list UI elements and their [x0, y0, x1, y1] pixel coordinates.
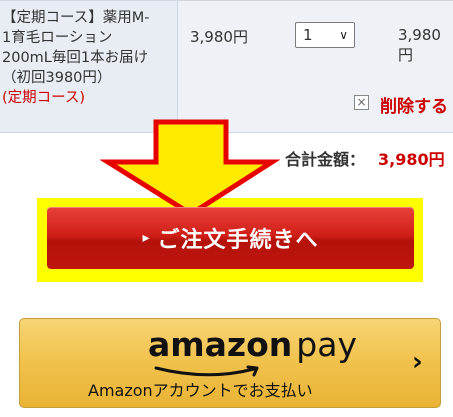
total-amount: 3,980円: [378, 150, 445, 169]
item-subtotal: 3,980円: [398, 26, 441, 64]
checkout-button-label: ご注文手続きへ: [157, 228, 319, 253]
unit-price: 3,980円: [190, 28, 248, 46]
quantity-value: 1: [303, 26, 313, 44]
down-arrow-icon: [100, 119, 280, 217]
logo-pay-text: pay: [296, 325, 357, 364]
chevron-right-icon: ›: [412, 347, 423, 377]
checkout-button[interactable]: ▸ ご注文手続きへ: [47, 207, 414, 269]
chevron-down-icon: ∨: [339, 28, 348, 42]
play-icon: ▸: [142, 230, 150, 246]
logo-amazon-text: amazon: [148, 325, 293, 364]
cart-item-name-cell: 【定期コース】薬用M- 1育毛ローション 200mL毎回1本お届け （初回398…: [0, 1, 178, 132]
item-course-label: (定期コース): [2, 90, 86, 106]
total-label: 合計金額：: [285, 150, 366, 169]
amazon-pay-subtitle: Amazonアカウントでお支払い: [88, 381, 313, 400]
item-name-line-2: 1育毛ローション: [2, 30, 113, 46]
item-name-line-3: 200mL毎回1本お届け: [2, 50, 149, 66]
delete-item-link[interactable]: 削除する: [380, 92, 448, 117]
quantity-select[interactable]: 1 ∨: [295, 22, 355, 48]
amazon-pay-button[interactable]: amazon pay Amazonアカウントでお支払い ›: [19, 318, 441, 408]
item-name-line-4: （初回3980円）: [2, 70, 112, 86]
arrow-shape: [100, 119, 280, 217]
delete-x-icon[interactable]: ×: [354, 95, 369, 110]
amazon-pay-logo: amazon pay: [148, 325, 368, 377]
item-name-line-1: 【定期コース】薬用M-: [2, 10, 150, 26]
